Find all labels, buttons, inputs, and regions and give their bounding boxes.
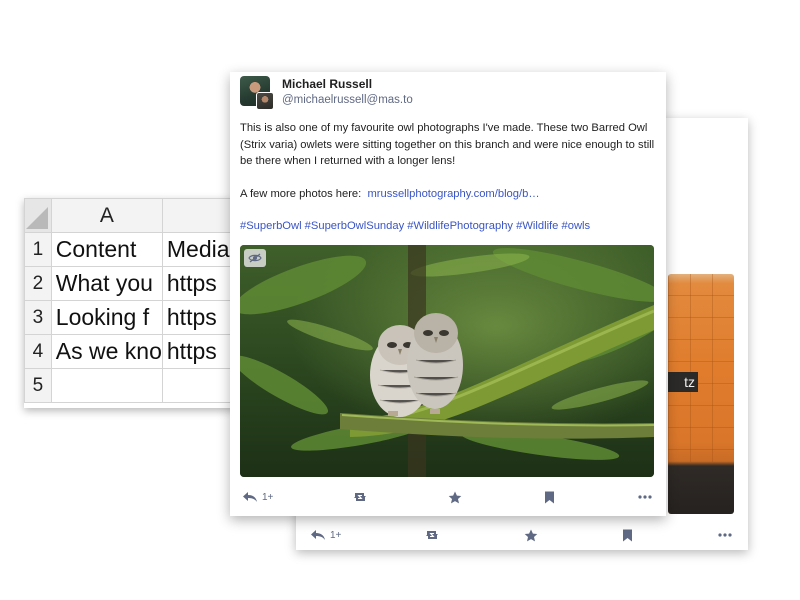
cell-b4[interactable]: https: [161, 334, 236, 369]
favourite-icon: [524, 529, 538, 541]
select-all-corner[interactable]: [24, 198, 52, 233]
reply-count: 1+: [262, 491, 274, 503]
owl-photo: [240, 245, 654, 477]
row-header[interactable]: 5: [24, 368, 52, 403]
row-header[interactable]: 2: [24, 266, 52, 301]
row-header[interactable]: 4: [24, 334, 52, 369]
cell-b1[interactable]: Media: [161, 232, 236, 267]
cell-b3[interactable]: https: [161, 300, 236, 335]
row-header[interactable]: 3: [24, 300, 52, 335]
cell-a4[interactable]: As we kno: [50, 334, 163, 369]
bookmark-icon: [623, 529, 632, 541]
hide-media-icon: [248, 253, 262, 263]
cell-a3[interactable]: Looking f: [50, 300, 163, 335]
favourite-icon: [448, 491, 462, 503]
back-boost-button[interactable]: [424, 522, 440, 548]
more-button[interactable]: [638, 484, 652, 510]
boost-icon: [426, 531, 438, 539]
boost-icon: [354, 493, 366, 501]
more-photos-line: A few more photos here: mrussellphotogra…: [240, 186, 660, 203]
hashtags[interactable]: #SuperbOwl #SuperbOwlSunday #WildlifePho…: [240, 218, 660, 235]
station-sign: tz: [668, 372, 698, 392]
cell-b2[interactable]: https: [161, 266, 236, 301]
back-favourite-button[interactable]: [524, 522, 538, 548]
post-text: This is also one of my favourite owl pho…: [240, 122, 655, 167]
back-post-action-bar: 1+: [296, 522, 748, 548]
more-icon: [718, 533, 732, 537]
back-post-media[interactable]: tz: [668, 274, 734, 514]
column-header-a[interactable]: A: [50, 198, 163, 233]
back-bookmark-button[interactable]: [622, 522, 633, 548]
post-media-owls[interactable]: [240, 245, 654, 477]
post-card: Michael Russell @michaelrussell@mas.to T…: [230, 72, 666, 516]
back-reply-count: 1+: [330, 529, 342, 541]
display-name[interactable]: Michael Russell: [282, 77, 372, 91]
post-action-bar: 1+: [230, 484, 666, 510]
back-reply-button[interactable]: 1+: [310, 522, 341, 548]
reply-button[interactable]: 1+: [242, 484, 273, 510]
back-more-button[interactable]: [718, 522, 732, 548]
spreadsheet-grid: A 1 Content Media 2 What you https 3 Loo…: [24, 198, 236, 403]
blog-link[interactable]: mrussellphotography.com/blog/b…: [367, 188, 539, 200]
cell-a5[interactable]: [50, 368, 163, 403]
column-header-b[interactable]: [161, 198, 236, 233]
secondary-avatar: [256, 92, 274, 110]
bookmark-icon: [545, 491, 554, 503]
cell-b5[interactable]: [161, 368, 236, 403]
reply-icon: [243, 492, 257, 502]
reply-icon: [311, 530, 325, 540]
spreadsheet: A 1 Content Media 2 What you https 3 Loo…: [24, 198, 236, 408]
more-icon: [638, 495, 652, 499]
account-handle[interactable]: @michaelrussell@mas.to: [282, 94, 413, 106]
favourite-button[interactable]: [448, 484, 462, 510]
bookmark-button[interactable]: [544, 484, 555, 510]
more-photos-label: A few more photos here:: [240, 187, 362, 200]
post-content: This is also one of my favourite owl pho…: [240, 120, 660, 235]
cell-a1[interactable]: Content: [50, 232, 163, 267]
cell-a2[interactable]: What you: [50, 266, 163, 301]
hide-media-button[interactable]: [244, 249, 266, 267]
row-header[interactable]: 1: [24, 232, 52, 267]
boost-button[interactable]: [352, 484, 368, 510]
